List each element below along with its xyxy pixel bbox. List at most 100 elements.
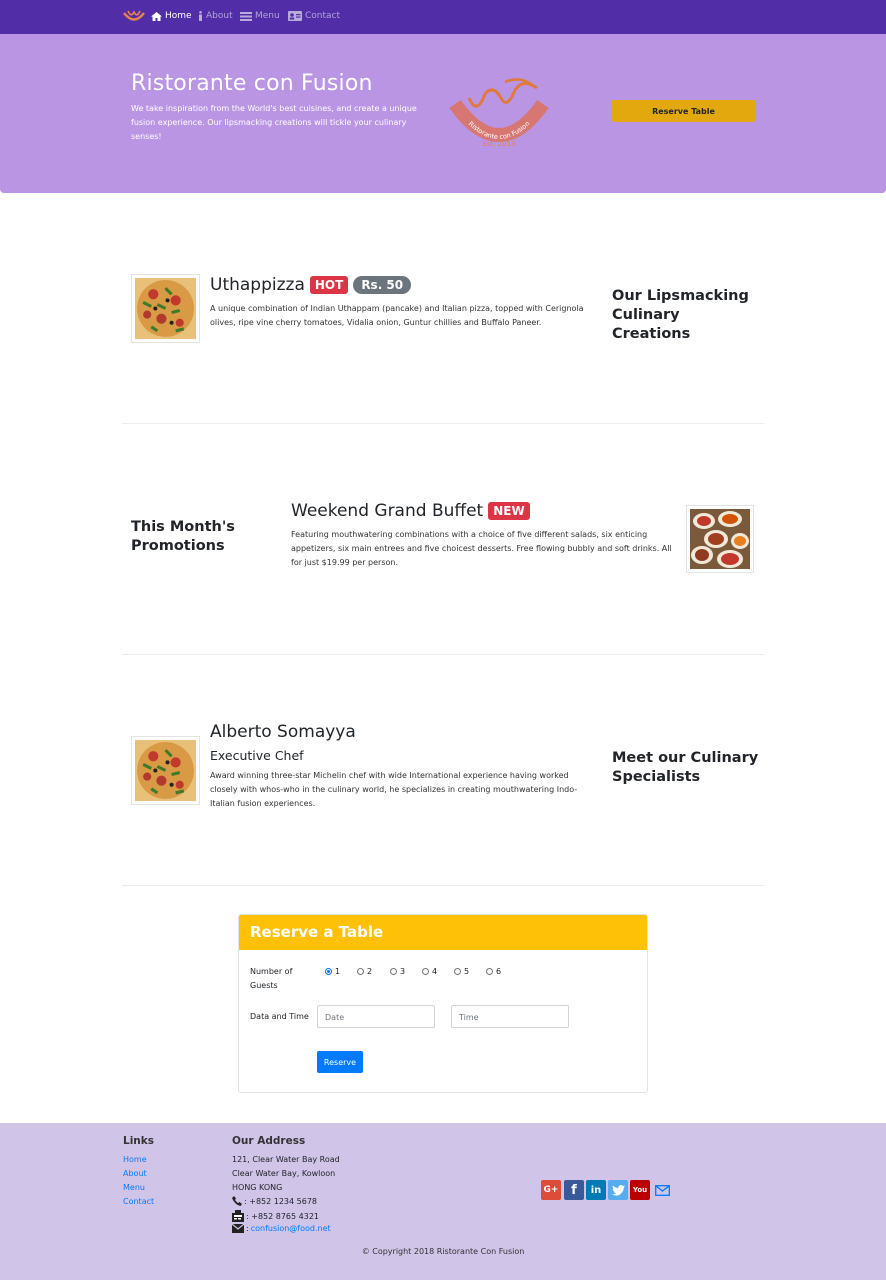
nav-label-menu: Menu (255, 11, 280, 21)
radio-icon[interactable] (390, 968, 397, 975)
facebook-label: f (571, 1182, 577, 1198)
linkedin-label: in (590, 1184, 602, 1196)
home-icon (151, 11, 162, 21)
nav-item-contact[interactable]: Contact (288, 11, 340, 21)
logo-est-text: Est. 2013 (482, 140, 515, 148)
guests-option-label: 3 (400, 967, 406, 976)
guests-radio-4[interactable]: 4 (422, 967, 437, 976)
hot-badge: HOT (309, 276, 349, 294)
nav-item-home[interactable]: Home (151, 11, 192, 21)
phone-number: : +852 1234 5678 (244, 1196, 318, 1206)
guests-label: Number of Guests (250, 967, 293, 990)
reserve-card-header: Reserve a Table (239, 915, 647, 950)
radio-selected-icon[interactable] (325, 968, 332, 975)
section-divider (122, 423, 764, 424)
footer-address-heading: Our Address (232, 1135, 306, 1147)
restaurant-logo: Ristorante con Fusion Est. 2013 (449, 78, 549, 148)
footer-links-heading: Links (123, 1135, 154, 1147)
jumbotron: Ristorante con Fusion We take inspiratio… (0, 34, 886, 193)
google-plus-icon[interactable]: G+ (541, 1180, 561, 1200)
guests-option-label: 6 (496, 967, 502, 976)
phone-icon (232, 1196, 242, 1206)
section-divider (122, 654, 764, 655)
footer-link-contact[interactable]: Contact (123, 1197, 154, 1206)
navbar: Home About Menu Contact (0, 0, 886, 34)
nav-item-about[interactable]: About (198, 11, 233, 21)
promotion-heading: Weekend Grand Buffet NEW (291, 501, 530, 521)
promotion-image (686, 505, 754, 573)
buffet-image-icon (690, 509, 750, 569)
footer-link-menu[interactable]: Menu (123, 1183, 145, 1192)
guests-radio-3[interactable]: 3 (390, 967, 405, 976)
address-card-icon (288, 11, 302, 21)
brand-logo-icon[interactable] (122, 8, 146, 26)
datetime-label: Data and Time (250, 1012, 309, 1021)
guests-option-label: 4 (432, 967, 438, 976)
twitter-bird-icon (611, 1184, 625, 1196)
guests-radio-5[interactable]: 5 (454, 967, 469, 976)
guests-radio-2[interactable]: 2 (357, 967, 372, 976)
fax-number: : +852 8765 4321 (246, 1211, 320, 1221)
nav-label-about: About (206, 11, 233, 21)
info-icon (199, 11, 202, 21)
section-divider (122, 885, 764, 886)
dish-heading: Uthappizza HOT Rs. 50 (210, 275, 412, 295)
leader-description: Award winning three-star Michelin chef w… (210, 771, 578, 808)
address-line: Clear Water Bay, Kowloon (232, 1169, 336, 1178)
footer-link-about[interactable]: About (123, 1169, 147, 1178)
guests-option-label: 5 (464, 967, 470, 976)
email-link[interactable]: confusion@food.net (251, 1224, 331, 1233)
youtube-label: You (632, 1186, 648, 1194)
email-prefix: : (246, 1224, 249, 1233)
nav-label-contact: Contact (305, 11, 341, 21)
footer-link-home[interactable]: Home (123, 1155, 147, 1164)
fax-icon (232, 1210, 244, 1222)
guests-radio-1[interactable]: 1 (325, 967, 340, 976)
footer-phone: : +852 1234 5678 (232, 1196, 317, 1206)
reserve-submit-button[interactable]: Reserve (317, 1051, 363, 1073)
leader-heading: Alberto Somayya (210, 722, 356, 742)
reserve-card-title: Reserve a Table (250, 923, 384, 941)
footer-email: : confusion@food.net (232, 1224, 331, 1233)
new-badge: NEW (488, 502, 530, 520)
radio-icon[interactable] (454, 968, 461, 975)
restaurant-description: We take inspiration from the World's bes… (131, 104, 417, 141)
nav-item-menu[interactable]: Menu (240, 11, 280, 21)
promotion-name: Weekend Grand Buffet (291, 501, 484, 521)
guests-radio-6[interactable]: 6 (486, 967, 501, 976)
footer-fax: : +852 8765 4321 (232, 1210, 319, 1222)
promotion-description: Featuring mouthwatering combinations wit… (291, 530, 672, 567)
pizza-image-icon (135, 740, 196, 801)
dish-section-heading: Our Lipsmacking Culinary Creations (612, 288, 749, 342)
address-line: 121, Clear Water Bay Road (232, 1155, 340, 1164)
time-input[interactable]: Time (451, 1005, 569, 1028)
dish-description: A unique combination of Indian Uthappam … (210, 304, 584, 327)
guests-option-label: 2 (367, 967, 373, 976)
price-badge: Rs. 50 (353, 276, 412, 294)
dish-name: Uthappizza (210, 275, 305, 295)
leader-image (131, 736, 200, 805)
leader-section-heading: Meet our Culinary Specialists (612, 750, 759, 785)
promotion-section-heading: This Month's Promotions (131, 519, 235, 554)
facebook-icon[interactable]: f (564, 1180, 584, 1200)
leader-designation: Executive Chef (210, 748, 304, 763)
leader-name: Alberto Somayya (210, 722, 356, 742)
copyright-text: © Copyright 2018 Ristorante Con Fusion (361, 1247, 525, 1256)
date-input[interactable]: Date (317, 1005, 435, 1028)
guests-option-label: 1 (335, 967, 341, 976)
dish-image (131, 274, 200, 343)
nav-label-home: Home (165, 11, 192, 21)
mail-icon[interactable] (652, 1180, 672, 1200)
pizza-image-icon (135, 278, 196, 339)
google-plus-label: G+ (543, 1185, 559, 1195)
radio-icon[interactable] (486, 968, 493, 975)
radio-icon[interactable] (422, 968, 429, 975)
list-icon (240, 11, 252, 21)
reserve-table-button[interactable]: Reserve Table (612, 100, 755, 122)
linkedin-icon[interactable]: in (586, 1180, 606, 1200)
youtube-icon[interactable]: You (630, 1180, 650, 1200)
twitter-icon[interactable]: t (608, 1180, 628, 1200)
restaurant-title: Ristorante con Fusion (131, 71, 373, 96)
radio-icon[interactable] (357, 968, 364, 975)
envelope-icon (232, 1224, 244, 1233)
